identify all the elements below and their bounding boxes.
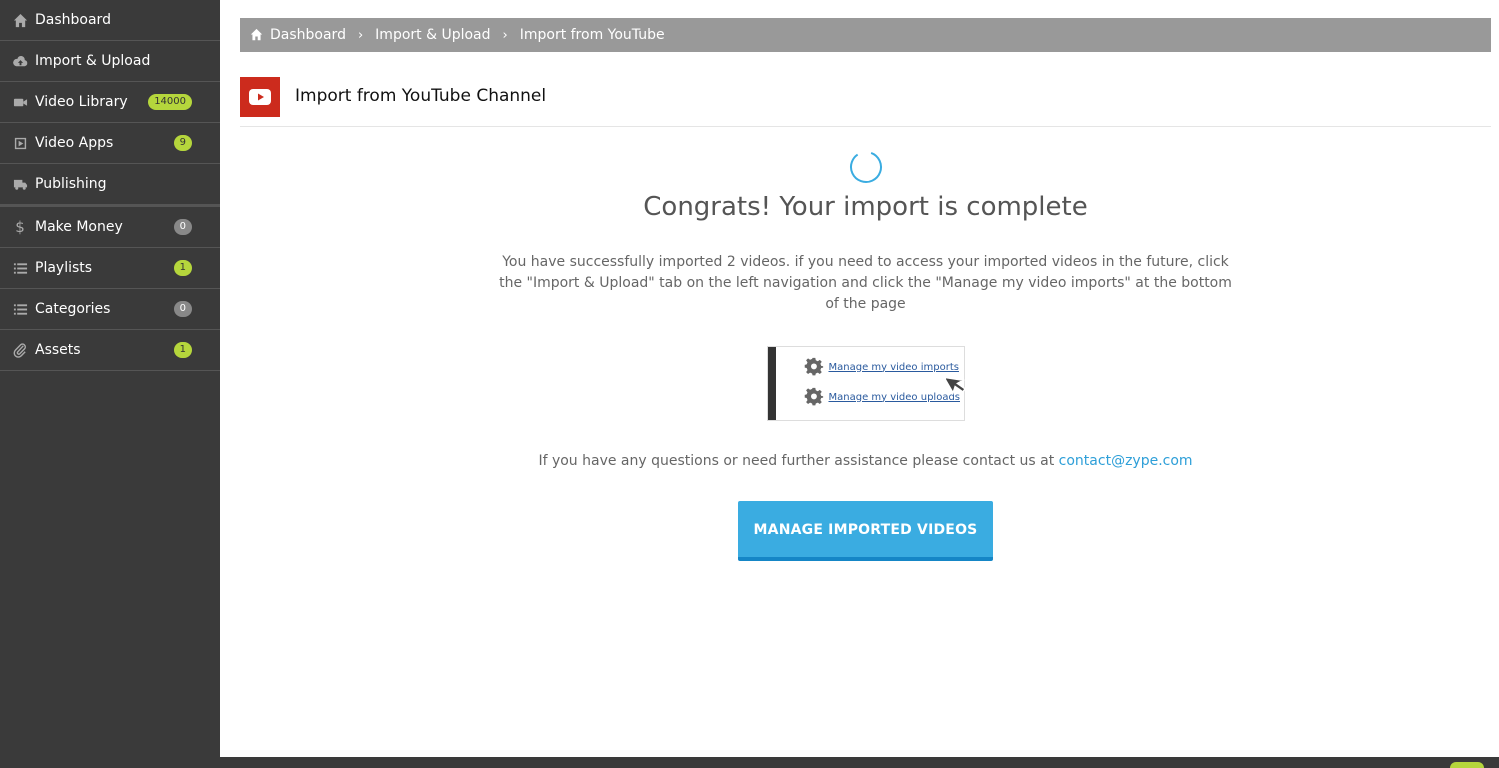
hint-sidebar-bar: [767, 347, 776, 420]
list-icon: [12, 260, 28, 276]
truck-icon: [12, 176, 28, 192]
page-header: Import from YouTube Channel: [240, 77, 1491, 127]
cloud-upload-icon: [12, 53, 28, 69]
loading-spinner-icon: [849, 150, 883, 184]
sidebar-item-label: Make Money: [35, 219, 123, 235]
sidebar-item-categories[interactable]: Categories 0: [0, 289, 220, 330]
sidebar-item-make-money[interactable]: $ Make Money 0: [0, 207, 220, 248]
video-camera-icon: [12, 94, 28, 110]
home-icon: [12, 12, 28, 28]
help-widget-icon[interactable]: [1450, 762, 1484, 768]
count-badge: 1: [173, 260, 192, 276]
home-icon: [250, 28, 264, 42]
hint-link-uploads: Manage my video uploads: [828, 391, 961, 403]
sidebar-item-label: Playlists: [35, 260, 93, 276]
mouse-pointer-icon: [942, 370, 972, 398]
breadcrumb-item-dashboard[interactable]: Dashboard: [270, 27, 346, 43]
sidebar: Dashboard Import & Upload Video Library …: [0, 0, 220, 768]
breadcrumb-item-current: Import from YouTube: [519, 27, 665, 43]
import-complete-panel: Congrats! Your import is complete You ha…: [240, 150, 1491, 561]
sidebar-item-video-apps[interactable]: Video Apps 9: [0, 123, 220, 164]
sidebar-item-import-upload[interactable]: Import & Upload: [0, 41, 220, 82]
sidebar-item-assets[interactable]: Assets 1: [0, 330, 220, 371]
hint-row: Manage my video imports: [804, 357, 959, 377]
sidebar-item-playlists[interactable]: Playlists 1: [0, 248, 220, 289]
play-square-icon: [12, 135, 28, 151]
paperclip-icon: [12, 342, 28, 358]
breadcrumb: Dashboard › Import & Upload › Import fro…: [240, 18, 1491, 52]
page-title: Import from YouTube Channel: [295, 86, 547, 106]
count-badge: 1: [173, 342, 192, 358]
manage-imported-videos-button[interactable]: MANAGE IMPORTED VIDEOS: [738, 501, 993, 561]
sidebar-item-dashboard[interactable]: Dashboard: [0, 0, 220, 41]
chevron-right-icon: ›: [502, 27, 508, 43]
gear-icon: [804, 357, 824, 377]
contact-text: If you have any questions or need furthe…: [538, 453, 1055, 469]
count-badge: 9: [173, 135, 192, 151]
youtube-icon: [240, 77, 280, 117]
chevron-right-icon: ›: [357, 27, 364, 43]
sidebar-item-label: Video Apps: [35, 135, 114, 151]
success-heading: Congrats! Your import is complete: [643, 192, 1088, 222]
sidebar-item-label: Dashboard: [35, 12, 111, 28]
sidebar-item-label: Video Library: [35, 94, 128, 110]
gear-icon: [804, 387, 824, 407]
count-badge: 0: [173, 301, 192, 317]
contact-line: If you have any questions or need furthe…: [240, 453, 1491, 469]
list-icon: [12, 301, 28, 317]
contact-email-link[interactable]: contact@zype.com: [1059, 453, 1193, 469]
hint-screenshot: Manage my video imports Manage my video …: [766, 346, 966, 421]
sidebar-item-label: Assets: [35, 342, 81, 358]
count-badge: 0: [173, 219, 192, 235]
main-content: Dashboard › Import & Upload › Import fro…: [220, 0, 1499, 757]
sidebar-item-publishing[interactable]: Publishing: [0, 164, 220, 207]
hint-row: Manage my video uploads: [804, 387, 961, 407]
breadcrumb-item-import-upload[interactable]: Import & Upload: [375, 27, 490, 43]
sidebar-item-label: Import & Upload: [35, 53, 151, 69]
sidebar-item-label: Categories: [35, 301, 111, 317]
dollar-icon: $: [15, 218, 25, 236]
hint-link-imports: Manage my video imports: [828, 361, 959, 373]
count-badge: 14000: [148, 94, 192, 110]
success-description: You have successfully imported 2 videos.…: [499, 254, 1232, 312]
sidebar-item-video-library[interactable]: Video Library 14000: [0, 82, 220, 123]
sidebar-item-label: Publishing: [35, 176, 107, 192]
